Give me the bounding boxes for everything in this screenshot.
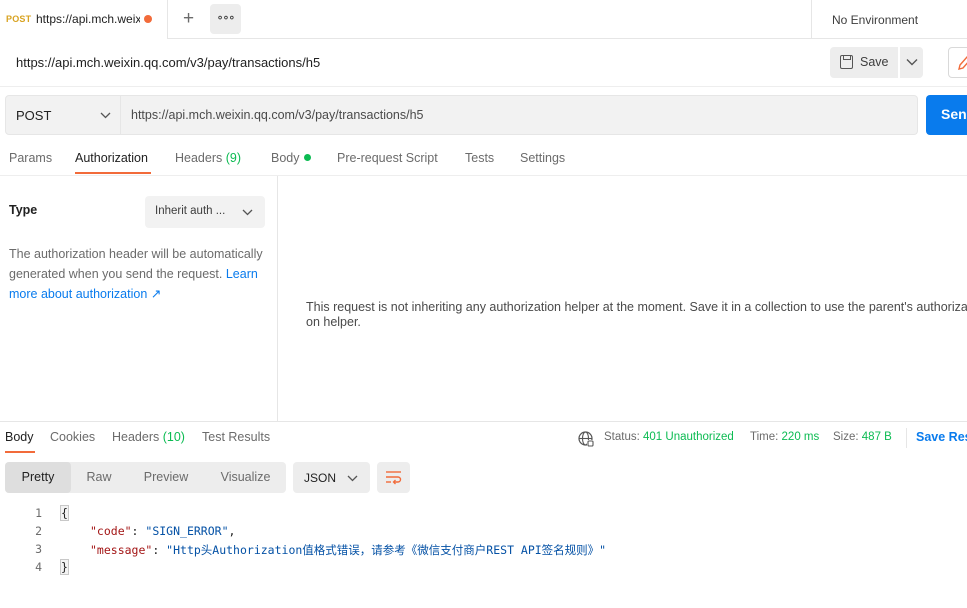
response-tab-headers[interactable]: Headers (10) (112, 430, 185, 444)
format-value: JSON (304, 471, 337, 485)
line-number: 1 (35, 506, 42, 520)
auth-type-label: Type (9, 203, 38, 217)
auth-description-text: The authorization header will be automat… (9, 247, 263, 281)
auth-type-value: Inherit auth ... (155, 205, 226, 217)
method-value: POST (16, 108, 52, 123)
more-tabs-icon[interactable]: ∘∘∘ (210, 4, 241, 34)
active-response-tab-indicator (5, 451, 35, 453)
line-number: 3 (35, 542, 42, 556)
edit-button[interactable] (948, 47, 967, 78)
wrap-lines-icon (386, 471, 402, 485)
environment-label: No Environment (832, 13, 919, 27)
tab-body[interactable]: Body (271, 151, 311, 165)
environment-selector[interactable]: No Environment (811, 0, 967, 39)
auth-inherit-message: This request is not inheriting any autho… (306, 300, 967, 329)
headers-count-badge: (9) (225, 151, 242, 165)
tab-authorization[interactable]: Authorization (75, 151, 148, 165)
save-icon (840, 55, 853, 69)
tab-headers-label: Headers (175, 151, 223, 165)
status-value: 401 Unauthorized (643, 431, 734, 443)
save-button[interactable]: Save (830, 47, 898, 78)
time-value: 220 ms (781, 431, 820, 443)
line-number: 4 (35, 560, 42, 574)
chevron-down-icon (906, 59, 918, 66)
chevron-down-icon (100, 112, 111, 119)
response-tab-headers-label: Headers (112, 430, 160, 444)
size-label: Size: (833, 431, 859, 443)
view-mode-raw[interactable]: Raw (71, 462, 127, 493)
request-name[interactable]: https://api.mch.weixin.qq.com/v3/pay/tra… (16, 55, 320, 70)
tab-tests[interactable]: Tests (465, 151, 494, 165)
wrap-lines-button[interactable] (377, 462, 410, 493)
auth-description: The authorization header will be automat… (9, 244, 269, 304)
chevron-down-icon (347, 475, 358, 482)
status-readout[interactable]: Status: 401 Unauthorized (604, 431, 734, 443)
time-label: Time: (750, 431, 779, 443)
divider (0, 86, 967, 87)
status-label: Status: (604, 431, 640, 443)
json-key: "message" (90, 543, 153, 557)
tab-body-label: Body (271, 151, 300, 165)
body-indicator-dot-icon (303, 154, 311, 161)
line-number: 2 (35, 524, 42, 538)
save-button-label: Save (860, 55, 889, 69)
tab-settings[interactable]: Settings (520, 151, 565, 165)
divider (0, 175, 967, 176)
tab-method-badge: POST (6, 14, 32, 24)
size-readout[interactable]: Size: 487 B (833, 431, 892, 443)
plus-icon[interactable]: + (176, 7, 201, 32)
json-open-brace: { (60, 505, 69, 521)
request-tab[interactable]: POST https://api.mch.weixin.qq.com/v3/pa… (0, 0, 168, 39)
view-mode-visualize[interactable]: Visualize (205, 462, 286, 493)
unsaved-dot-icon (144, 15, 152, 23)
json-close-brace: } (60, 559, 69, 575)
divider (906, 428, 907, 448)
active-tab-indicator (75, 172, 151, 174)
view-mode-preview[interactable]: Preview (127, 462, 205, 493)
json-key: "code" (90, 524, 132, 538)
url-value: https://api.mch.weixin.qq.com/v3/pay/tra… (131, 108, 424, 122)
response-tab-body[interactable]: Body (5, 430, 34, 444)
response-tab-cookies[interactable]: Cookies (50, 430, 95, 444)
network-globe-icon[interactable] (577, 430, 594, 447)
json-value: "Http头Authorization值格式错误，请参考《微信支付商户REST … (166, 543, 607, 557)
method-select[interactable]: POST (5, 95, 121, 135)
response-tab-test-results[interactable]: Test Results (202, 430, 270, 444)
size-value: 487 B (861, 431, 892, 443)
time-readout[interactable]: Time: 220 ms (750, 431, 819, 443)
send-button[interactable]: Send (926, 95, 967, 135)
code-line: "code": "SIGN_ERROR", (90, 524, 236, 538)
code-line: "message": "Http头Authorization值格式错误，请参考《… (90, 543, 607, 557)
response-headers-count-badge: (10) (162, 430, 185, 444)
tab-title: https://api.mch.weixin.qq.com/v3/pay/tra… (36, 12, 140, 26)
tab-prerequest-script[interactable]: Pre-request Script (337, 151, 438, 165)
save-options-button[interactable] (899, 47, 923, 78)
tab-headers[interactable]: Headers (9) (175, 151, 241, 165)
view-mode-pretty[interactable]: Pretty (5, 462, 71, 493)
tab-params[interactable]: Params (9, 151, 52, 165)
save-response-button[interactable]: Save Response (916, 430, 967, 444)
chevron-down-icon (242, 209, 253, 216)
panel-splitter[interactable] (277, 176, 278, 421)
pencil-icon (958, 55, 967, 70)
auth-type-select[interactable]: Inherit auth ... (145, 196, 265, 228)
json-value: "SIGN_ERROR" (145, 524, 229, 538)
response-splitter[interactable] (0, 421, 967, 422)
format-select[interactable]: JSON (293, 462, 370, 493)
send-button-label: Send (941, 106, 967, 122)
url-input[interactable]: https://api.mch.weixin.qq.com/v3/pay/tra… (121, 95, 918, 135)
